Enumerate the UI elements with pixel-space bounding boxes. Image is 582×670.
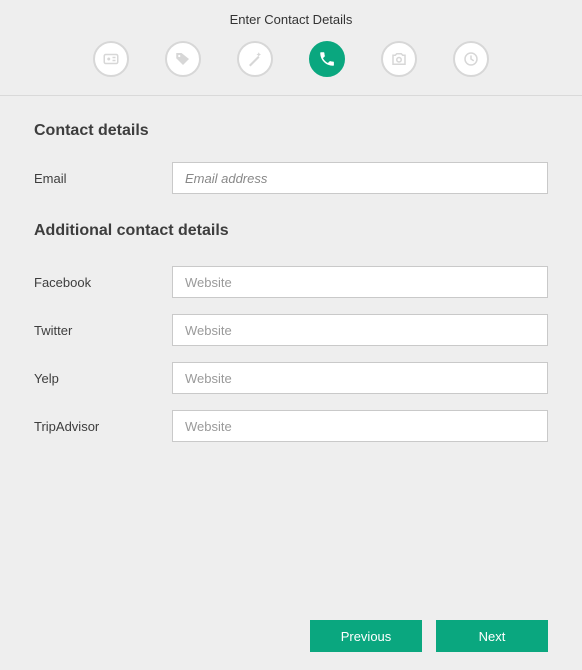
additional-details-heading: Additional contact details (34, 222, 548, 240)
yelp-row: Yelp (34, 362, 548, 394)
step-clock[interactable] (453, 41, 489, 77)
facebook-label: Facebook (34, 275, 172, 290)
previous-button[interactable]: Previous (310, 620, 422, 652)
yelp-input[interactable] (172, 362, 548, 394)
form-content: Contact details Email Additional contact… (0, 96, 582, 620)
facebook-input[interactable] (172, 266, 548, 298)
page-title: Enter Contact Details (0, 12, 582, 27)
tripadvisor-input[interactable] (172, 410, 548, 442)
tripadvisor-row: TripAdvisor (34, 410, 548, 442)
step-camera[interactable] (381, 41, 417, 77)
step-tag[interactable] (165, 41, 201, 77)
clock-icon (462, 50, 480, 68)
tripadvisor-label: TripAdvisor (34, 419, 172, 434)
twitter-input[interactable] (172, 314, 548, 346)
page: Enter Contact Details (0, 0, 582, 670)
contact-details-heading: Contact details (34, 122, 548, 140)
twitter-label: Twitter (34, 323, 172, 338)
step-phone[interactable] (309, 41, 345, 77)
email-input[interactable] (172, 162, 548, 194)
stepper (0, 41, 582, 77)
facebook-row: Facebook (34, 266, 548, 298)
next-button[interactable]: Next (436, 620, 548, 652)
wand-icon (246, 50, 264, 68)
email-label: Email (34, 171, 172, 186)
phone-icon (318, 50, 336, 68)
tag-icon (174, 50, 192, 68)
twitter-row: Twitter (34, 314, 548, 346)
footer: Previous Next (0, 620, 582, 670)
step-wand[interactable] (237, 41, 273, 77)
yelp-label: Yelp (34, 371, 172, 386)
camera-icon (390, 50, 408, 68)
email-row: Email (34, 162, 548, 194)
header: Enter Contact Details (0, 0, 582, 96)
id-card-icon (102, 50, 120, 68)
step-id-card[interactable] (93, 41, 129, 77)
